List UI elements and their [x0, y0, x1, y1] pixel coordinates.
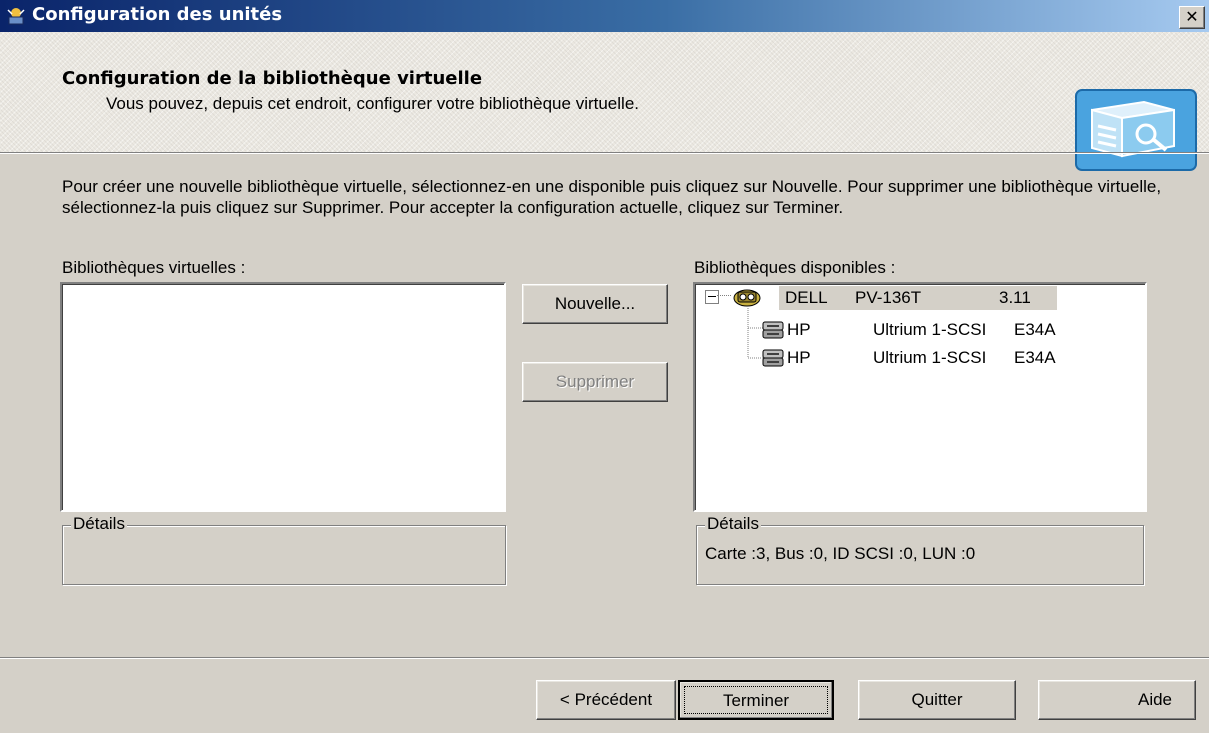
previous-button[interactable]: < Précédent [536, 680, 676, 720]
child-vendor: HP [787, 320, 811, 339]
available-details-group: Détails Carte :3, Bus :0, ID SCSI :0, LU… [696, 514, 1144, 585]
intro-text: Pour créer une nouvelle bibliothèque vir… [62, 177, 1162, 217]
child-model: Ultrium 1-SCSI [873, 320, 987, 339]
virtual-details-legend: Détails [71, 514, 127, 534]
header-separator [0, 152, 1209, 154]
minus-icon [708, 296, 716, 297]
new-button[interactable]: Nouvelle... [522, 284, 668, 324]
root-rev: 3.11 [999, 288, 1031, 307]
child-rev: E34A [1014, 348, 1056, 367]
tape-library-icon [733, 289, 761, 307]
tape-drive-icon [762, 349, 784, 367]
child-model: Ultrium 1-SCSI [873, 348, 987, 367]
child-rev: E34A [1014, 320, 1056, 339]
tree-child-item[interactable]: HP Ultrium 1-SCSI E34A [761, 344, 1141, 370]
available-libraries-label: Bibliothèques disponibles : [694, 258, 896, 277]
quit-button[interactable]: Quitter [858, 680, 1016, 720]
wizard-header: Configuration de la bibliothèque virtuel… [0, 32, 1209, 171]
header-title: Configuration de la bibliothèque virtuel… [62, 68, 483, 89]
tree-root-item[interactable]: DELL PV-136T 3.11 [779, 286, 1057, 310]
virtual-libraries-list[interactable] [60, 282, 506, 512]
title-bar: Configuration des unités ✕ [0, 0, 1209, 32]
window-title: Configuration des unités [32, 4, 283, 25]
child-vendor: HP [787, 348, 811, 367]
available-details-text: Carte :3, Bus :0, ID SCSI :0, LUN :0 [705, 544, 976, 563]
footer-separator [0, 657, 1209, 659]
virtual-details-group: Détails [62, 514, 506, 585]
root-model: PV-136T [855, 288, 922, 307]
tape-drive-icon [762, 321, 784, 339]
library-config-icon [1075, 89, 1197, 171]
available-details-legend: Détails [705, 514, 761, 534]
root-vendor: DELL [785, 288, 828, 307]
help-button[interactable]: Aide [1038, 680, 1196, 720]
delete-button[interactable]: Supprimer [522, 362, 668, 402]
finish-button[interactable]: Terminer [678, 680, 834, 720]
available-libraries-tree[interactable]: DELL PV-136T 3.11 HP Ultrium 1-SCSI E34A… [693, 282, 1147, 512]
focus-rectangle [684, 686, 828, 714]
virtual-libraries-label: Bibliothèques virtuelles : [62, 258, 246, 277]
tree-child-item[interactable]: HP Ultrium 1-SCSI E34A [761, 316, 1141, 342]
tree-collapse-toggle[interactable] [705, 290, 719, 304]
header-subtitle: Vous pouvez, depuis cet endroit, configu… [106, 94, 639, 113]
wizard-app-icon [7, 8, 25, 25]
close-icon: ✕ [1185, 7, 1199, 26]
tree-root-connector [717, 295, 731, 296]
close-button[interactable]: ✕ [1179, 6, 1205, 29]
